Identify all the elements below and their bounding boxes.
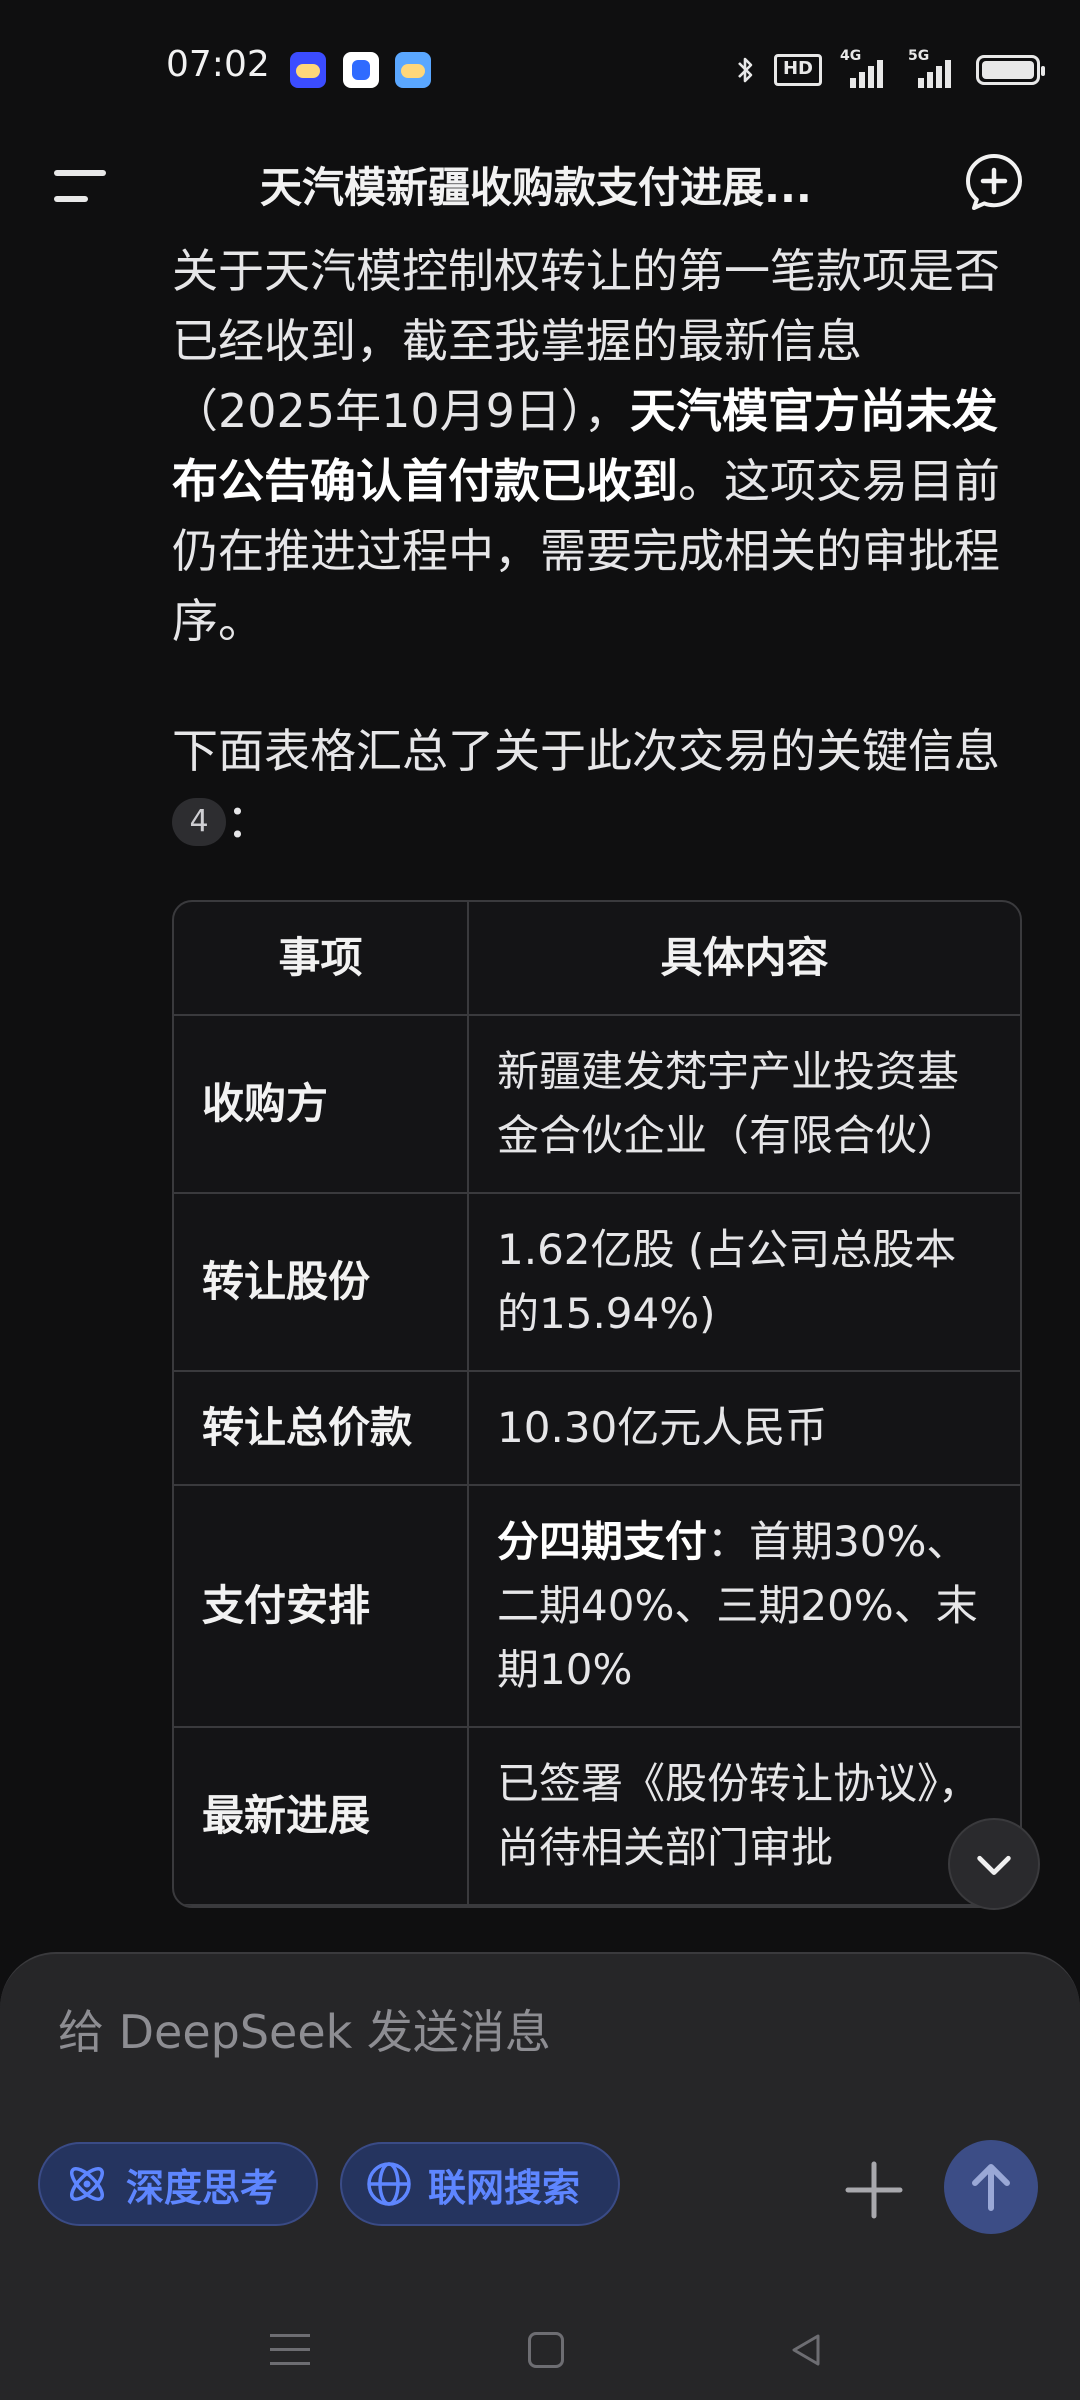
table-key: 支付安排 xyxy=(174,1484,469,1728)
message-paragraph-2: 下面表格汇总了关于此次交易的关键信息 4： xyxy=(172,716,1022,856)
message-text: ： xyxy=(226,794,272,848)
table-header: 具体内容 xyxy=(467,902,1020,1016)
status-time: 07:02 xyxy=(166,44,270,85)
menu-icon[interactable] xyxy=(54,160,106,212)
nav-back-icon[interactable] xyxy=(786,2330,826,2370)
web-search-label: 联网搜索 xyxy=(428,2165,581,2210)
table-row: 收购方 新疆建发梵宇产业投资基金合伙企业（有限合伙） xyxy=(174,1014,1020,1194)
table-row: 最新进展 已签署《股份转让协议》，尚待相关部门审批 xyxy=(174,1726,1020,1906)
plus-icon[interactable] xyxy=(842,2158,906,2222)
scroll-down-button[interactable] xyxy=(948,1818,1040,1910)
weather-app-icon xyxy=(290,52,326,88)
table-value: 已签署《股份转让协议》，尚待相关部门审批 xyxy=(467,1726,1020,1906)
new-chat-icon[interactable] xyxy=(962,150,1026,214)
nav-recents-icon[interactable] xyxy=(270,2332,310,2368)
page-title: 天汽模新疆收购款支付进展... xyxy=(260,163,812,212)
atom-icon xyxy=(70,2167,104,2201)
signal-icon-2: 5G xyxy=(908,48,958,88)
table-value: 新疆建发梵宇产业投资基金合伙企业（有限合伙） xyxy=(467,1014,1020,1194)
message-input[interactable] xyxy=(56,2004,960,2060)
message-paragraph-1: 关于天汽模控制权转让的第一笔款项是否已经收到，截至我掌握的最新信息（2025年1… xyxy=(172,236,1022,656)
weather-app-icon-2 xyxy=(395,52,431,88)
web-search-button[interactable]: 联网搜索 xyxy=(340,2142,620,2226)
table-row: 支付安排 分四期支付：首期30%、二期40%、三期20%、末期10% xyxy=(174,1484,1020,1728)
table-value: 1.62亿股 (占公司总股本的15.94%) xyxy=(467,1192,1020,1372)
message-text: 下面表格汇总了关于此次交易的关键信息 xyxy=(172,724,1000,778)
info-table-grid: 事项 具体内容 收购方 新疆建发梵宇产业投资基金合伙企业（有限合伙） 转让股份 … xyxy=(174,902,1020,1906)
battery-icon xyxy=(976,55,1045,85)
table-value: 分四期支付：首期30%、二期40%、三期20%、末期10% xyxy=(467,1484,1020,1728)
signal-icon: 4G xyxy=(840,48,890,88)
baidu-app-icon xyxy=(343,52,379,88)
nav-home-icon[interactable] xyxy=(528,2332,564,2368)
deep-think-button[interactable]: 深度思考 xyxy=(38,2142,318,2226)
bluetooth-icon xyxy=(738,57,753,83)
status-right-icons: HD 4G 5G xyxy=(736,48,1045,90)
table-row: 转让股份 1.62亿股 (占公司总股本的15.94%) xyxy=(174,1192,1020,1372)
send-button[interactable] xyxy=(944,2140,1038,2234)
table-header: 事项 xyxy=(174,902,469,1016)
table-value-bold: 分四期支付 xyxy=(497,1517,708,1566)
signal-bars-1 xyxy=(850,60,883,88)
table-row: 转让总价款 10.30亿元人民币 xyxy=(174,1370,1020,1486)
table-key: 转让股份 xyxy=(174,1192,469,1372)
table-key: 转让总价款 xyxy=(174,1370,469,1486)
globe-icon xyxy=(367,2162,411,2206)
system-nav-bar xyxy=(0,2300,1080,2400)
info-table: 事项 具体内容 收购方 新疆建发梵宇产业投资基金合伙企业（有限合伙） 转让股份 … xyxy=(172,900,1022,1908)
assistant-message: 关于天汽模控制权转让的第一笔款项是否已经收到，截至我掌握的最新信息（2025年1… xyxy=(172,236,1022,1908)
chat-header: 天汽模新疆收购款支付进展... xyxy=(0,140,1080,236)
signal-bars-2 xyxy=(918,60,951,88)
table-value: 10.30亿元人民币 xyxy=(467,1370,1020,1486)
citation-badge[interactable]: 4 xyxy=(172,798,226,846)
status-bar: 07:02 HD 4G 5G xyxy=(0,0,1080,140)
table-key: 最新进展 xyxy=(174,1726,469,1906)
table-header-row: 事项 具体内容 xyxy=(174,902,1020,1016)
deep-think-label: 深度思考 xyxy=(126,2165,279,2210)
hd-badge: HD xyxy=(773,54,822,86)
table-key: 收购方 xyxy=(174,1014,469,1194)
